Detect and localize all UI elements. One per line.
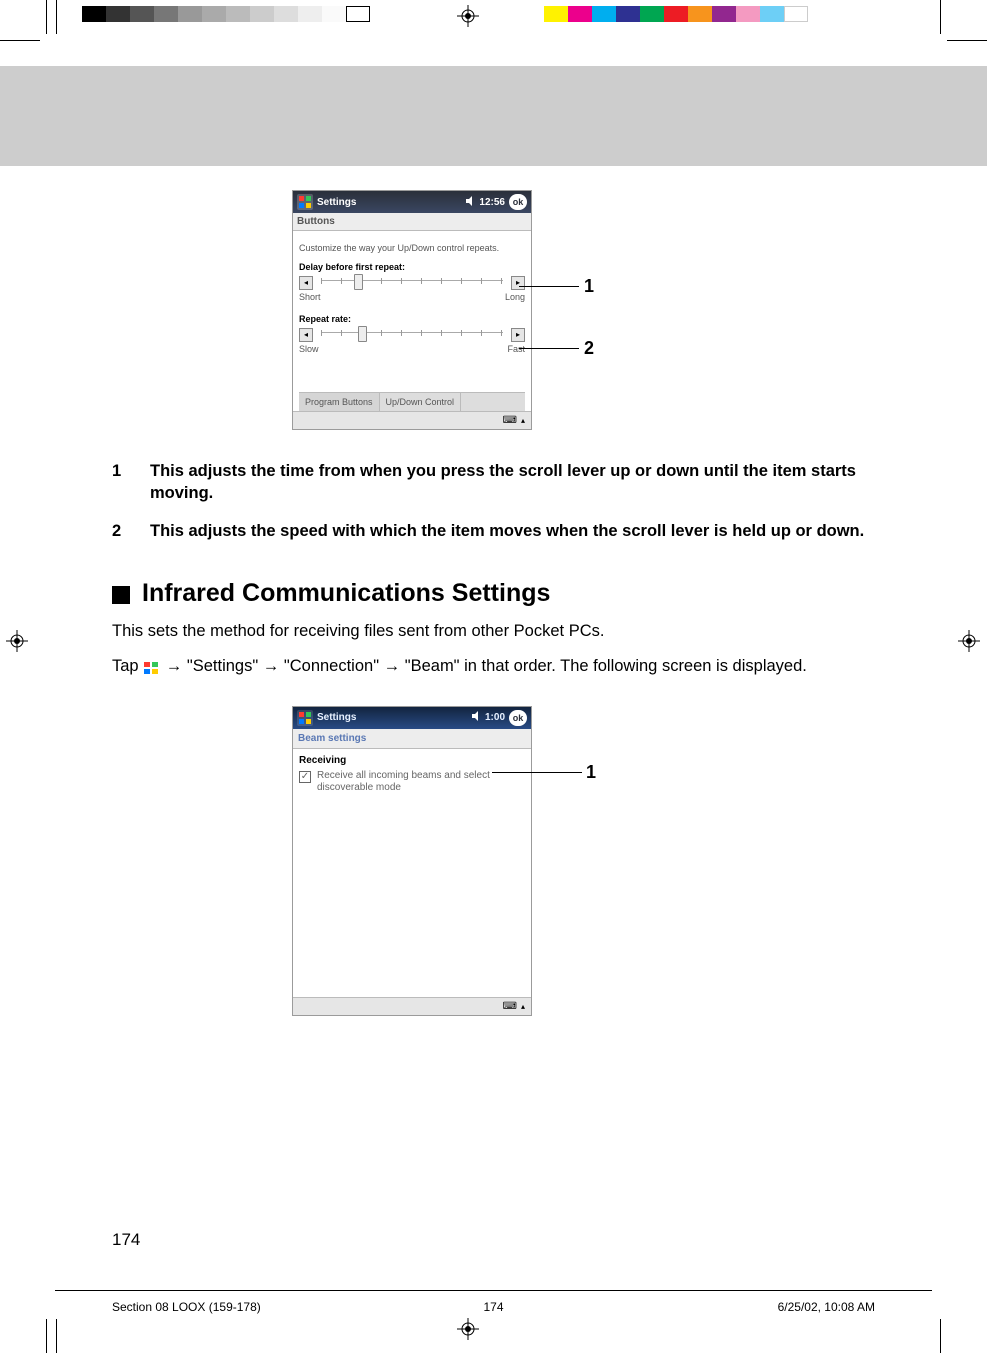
ok-button[interactable]: ok xyxy=(509,710,527,726)
arrow-left-icon[interactable]: ◂ xyxy=(299,276,313,290)
screenshot-buttons-settings: Settings 12:56 ok Buttons Customize the … xyxy=(292,190,532,430)
speaker-icon xyxy=(472,711,482,724)
registration-mark-icon xyxy=(958,630,980,652)
explanation-2: 2 This adjusts the speed with which the … xyxy=(112,520,882,542)
footer-right: 6/25/02, 10:08 AM xyxy=(778,1300,875,1314)
speaker-icon xyxy=(466,196,476,209)
header-grey-band xyxy=(0,66,987,166)
registration-mark-icon xyxy=(457,5,479,27)
slider-delay[interactable]: ◂ ▸ xyxy=(299,276,525,290)
caret-up-icon[interactable]: ▴ xyxy=(521,1002,525,1011)
slider1-right-label: Long xyxy=(505,292,525,302)
windows-logo-icon xyxy=(297,194,313,210)
slider2-left-label: Slow xyxy=(299,344,319,354)
square-bullet-icon xyxy=(112,586,130,604)
panel-description: Customize the way your Up/Down control r… xyxy=(299,243,525,254)
arrow-left-icon[interactable]: ◂ xyxy=(299,328,313,342)
caret-up-icon[interactable]: ▴ xyxy=(521,416,525,425)
footer-left: Section 08 LOOX (159-178) xyxy=(112,1300,261,1314)
callout-1: 1 xyxy=(586,762,596,783)
tab-program-buttons[interactable]: Program Buttons xyxy=(299,393,380,411)
body-p2: Tap → "Settings" → "Connection" → "Beam"… xyxy=(112,655,882,678)
body-p1: This sets the method for receiving files… xyxy=(112,620,882,643)
titlebar-title: Settings xyxy=(317,712,472,723)
titlebar-title: Settings xyxy=(317,197,466,208)
slider1-label: Delay before first repeat: xyxy=(299,262,525,272)
footer: Section 08 LOOX (159-178) 174 6/25/02, 1… xyxy=(112,1300,875,1314)
screenshot-beam-settings: Settings 1:00 ok Beam settings Receiving… xyxy=(292,706,532,1016)
receiving-label: Receiving xyxy=(299,755,525,766)
windows-start-icon xyxy=(143,659,161,673)
registration-mark-icon xyxy=(457,1318,479,1340)
callout-1: 1 xyxy=(584,276,594,297)
footer-separator xyxy=(55,1290,932,1291)
keyboard-icon[interactable]: ⌨ xyxy=(503,1001,517,1012)
section-title: Infrared Communications Settings xyxy=(142,579,550,608)
receive-beams-checkbox[interactable]: ✓ xyxy=(299,771,311,783)
registration-mark-icon xyxy=(6,630,28,652)
slider-repeat-rate[interactable]: ◂ ▸ xyxy=(299,328,525,342)
arrow-right-icon[interactable]: ▸ xyxy=(511,276,525,290)
windows-logo-icon xyxy=(297,710,313,726)
panel-heading: Buttons xyxy=(293,213,531,231)
tab-updown-control[interactable]: Up/Down Control xyxy=(380,393,462,411)
receive-beams-label: Receive all incoming beams and select di… xyxy=(317,770,525,795)
section-heading: Infrared Communications Settings xyxy=(112,579,882,608)
slider2-label: Repeat rate: xyxy=(299,314,525,324)
titlebar-time: 12:56 xyxy=(479,197,505,208)
callout-2: 2 xyxy=(584,338,594,359)
footer-mid: 174 xyxy=(483,1300,503,1314)
slider1-left-label: Short xyxy=(299,292,321,302)
arrow-right-icon[interactable]: ▸ xyxy=(511,328,525,342)
panel-heading: Beam settings xyxy=(293,729,531,749)
print-calibration-strip xyxy=(0,0,987,30)
ok-button[interactable]: ok xyxy=(509,194,527,210)
explanation-1: 1 This adjusts the time from when you pr… xyxy=(112,460,882,505)
keyboard-icon[interactable]: ⌨ xyxy=(503,415,517,426)
page-number: 174 xyxy=(112,1230,140,1250)
titlebar-time: 1:00 xyxy=(485,712,505,723)
